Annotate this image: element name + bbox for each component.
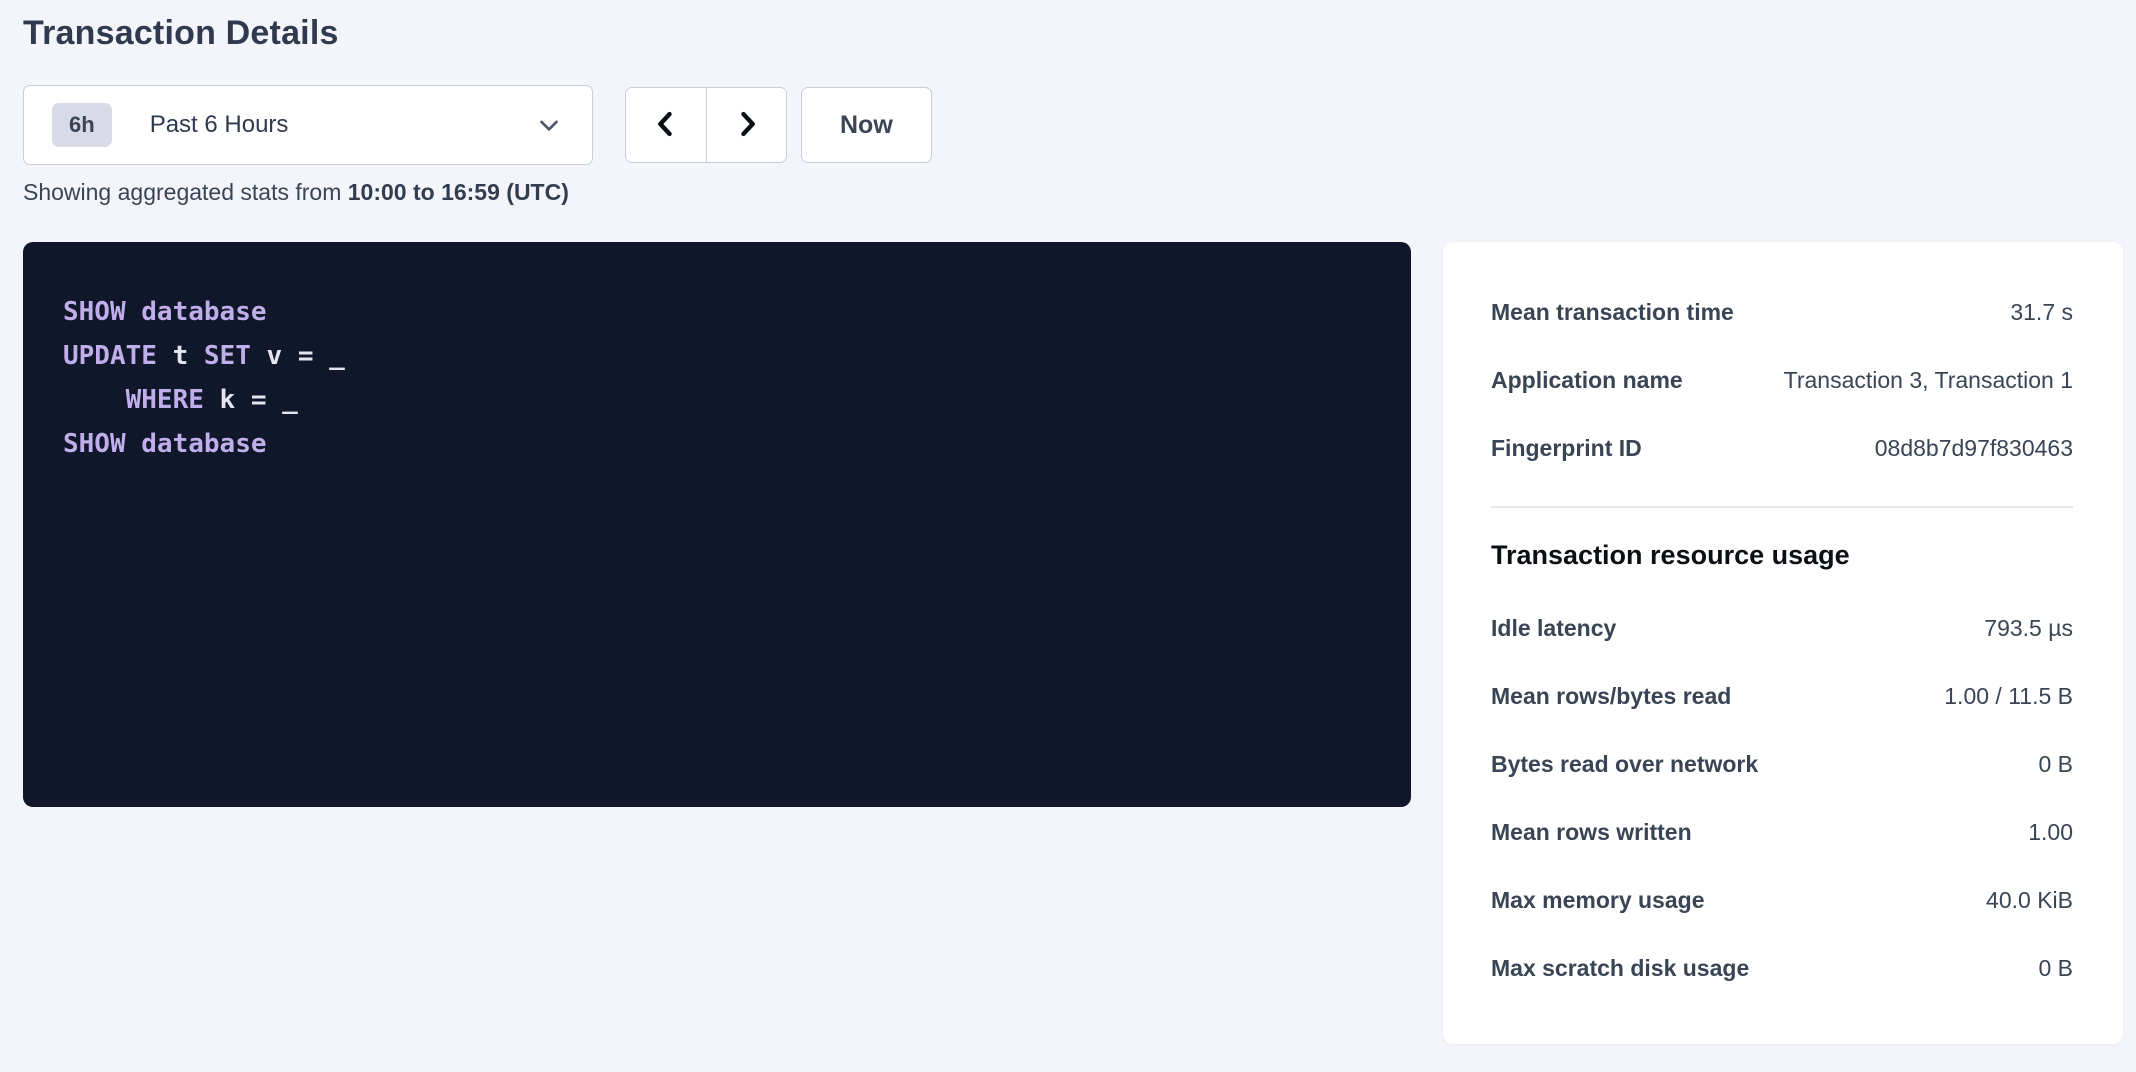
stat-value: 0 B	[2038, 955, 2073, 982]
sql-text: k = _	[204, 385, 298, 415]
transaction-details-page: Transaction Details 6h Past 6 Hours Now …	[0, 0, 2136, 1044]
resource-usage-heading: Transaction resource usage	[1491, 540, 2073, 571]
sql-keyword: database	[141, 429, 266, 459]
sql-keyword: database	[141, 297, 266, 327]
stat-row: Mean transaction time 31.7 s	[1491, 278, 2073, 346]
sql-line: UPDATE t SET v = _	[63, 334, 1371, 378]
sql-keyword: UPDATE	[63, 341, 157, 371]
stat-label: Mean transaction time	[1491, 299, 1734, 326]
stat-value: 31.7 s	[2010, 299, 2073, 326]
stat-value: 793.5 µs	[1984, 615, 2073, 642]
aggregated-stats-prefix: Showing aggregated stats from	[23, 179, 348, 205]
stat-value: 1.00 / 11.5 B	[1944, 683, 2073, 710]
prev-interval-button[interactable]	[626, 88, 706, 162]
sql-text	[63, 385, 126, 415]
stat-value: 1.00	[2028, 819, 2073, 846]
time-range-dropdown[interactable]: 6h Past 6 Hours	[23, 85, 593, 165]
stat-label: Mean rows/bytes read	[1491, 683, 1731, 710]
sql-keyword: SHOW	[63, 297, 126, 327]
sql-code: SHOW databaseUPDATE t SET v = _ WHERE k …	[63, 290, 1371, 466]
chevron-down-icon	[534, 110, 564, 140]
stat-label: Max scratch disk usage	[1491, 955, 1749, 982]
stat-label: Application name	[1491, 367, 1683, 394]
chevron-left-icon	[649, 107, 683, 144]
chevron-right-icon	[730, 107, 764, 144]
stat-label: Idle latency	[1491, 615, 1616, 642]
stat-value: 0 B	[2038, 751, 2073, 778]
stat-label: Fingerprint ID	[1491, 435, 1642, 462]
time-controls: 6h Past 6 Hours Now	[23, 85, 2123, 165]
sql-line: SHOW database	[63, 422, 1371, 466]
page-title: Transaction Details	[23, 14, 2123, 53]
stat-label: Mean rows written	[1491, 819, 1692, 846]
content-row: SHOW databaseUPDATE t SET v = _ WHERE k …	[23, 242, 2123, 1044]
stat-label: Max memory usage	[1491, 887, 1704, 914]
stat-value: Transaction 3, Transaction 1	[1784, 367, 2073, 394]
stat-row: Bytes read over network 0 B	[1491, 730, 2073, 798]
sql-text: v = _	[251, 341, 345, 371]
time-range-selected-label: Past 6 Hours	[150, 111, 289, 139]
stat-row: Max memory usage 40.0 KiB	[1491, 866, 2073, 934]
sql-text: t	[157, 341, 204, 371]
transaction-summary-card: Mean transaction time 31.7 s Application n…	[1443, 242, 2123, 1044]
time-nav-group	[625, 87, 787, 163]
time-range-badge: 6h	[52, 103, 112, 147]
stat-label: Bytes read over network	[1491, 751, 1758, 778]
aggregated-stats-line: Showing aggregated stats from 10:00 to 1…	[23, 179, 2123, 206]
sql-text	[126, 429, 142, 459]
stat-row: Mean rows/bytes read 1.00 / 11.5 B	[1491, 662, 2073, 730]
stat-row: Mean rows written 1.00	[1491, 798, 2073, 866]
sql-statement-box: SHOW databaseUPDATE t SET v = _ WHERE k …	[23, 242, 1411, 807]
sql-keyword: WHERE	[126, 385, 204, 415]
resource-usage-section: Idle latency 793.5 µs Mean rows/bytes read…	[1491, 594, 2073, 1002]
card-divider	[1491, 506, 2073, 508]
sql-keyword: SET	[204, 341, 251, 371]
sql-text	[126, 297, 142, 327]
overview-stats-section: Mean transaction time 31.7 s Application n…	[1491, 278, 2073, 482]
sql-line: SHOW database	[63, 290, 1371, 334]
stat-row: Idle latency 793.5 µs	[1491, 594, 2073, 662]
stat-row: Max scratch disk usage 0 B	[1491, 934, 2073, 1002]
aggregated-stats-range: 10:00 to 16:59 (UTC)	[348, 179, 569, 205]
stat-value: 08d8b7d97f830463	[1875, 435, 2073, 462]
sql-keyword: SHOW	[63, 429, 126, 459]
now-button[interactable]: Now	[801, 87, 932, 163]
stat-value: 40.0 KiB	[1986, 887, 2073, 914]
sql-line: WHERE k = _	[63, 378, 1371, 422]
next-interval-button[interactable]	[706, 88, 786, 162]
stat-row: Application name Transaction 3, Transacti…	[1491, 346, 2073, 414]
stat-row: Fingerprint ID 08d8b7d97f830463	[1491, 414, 2073, 482]
